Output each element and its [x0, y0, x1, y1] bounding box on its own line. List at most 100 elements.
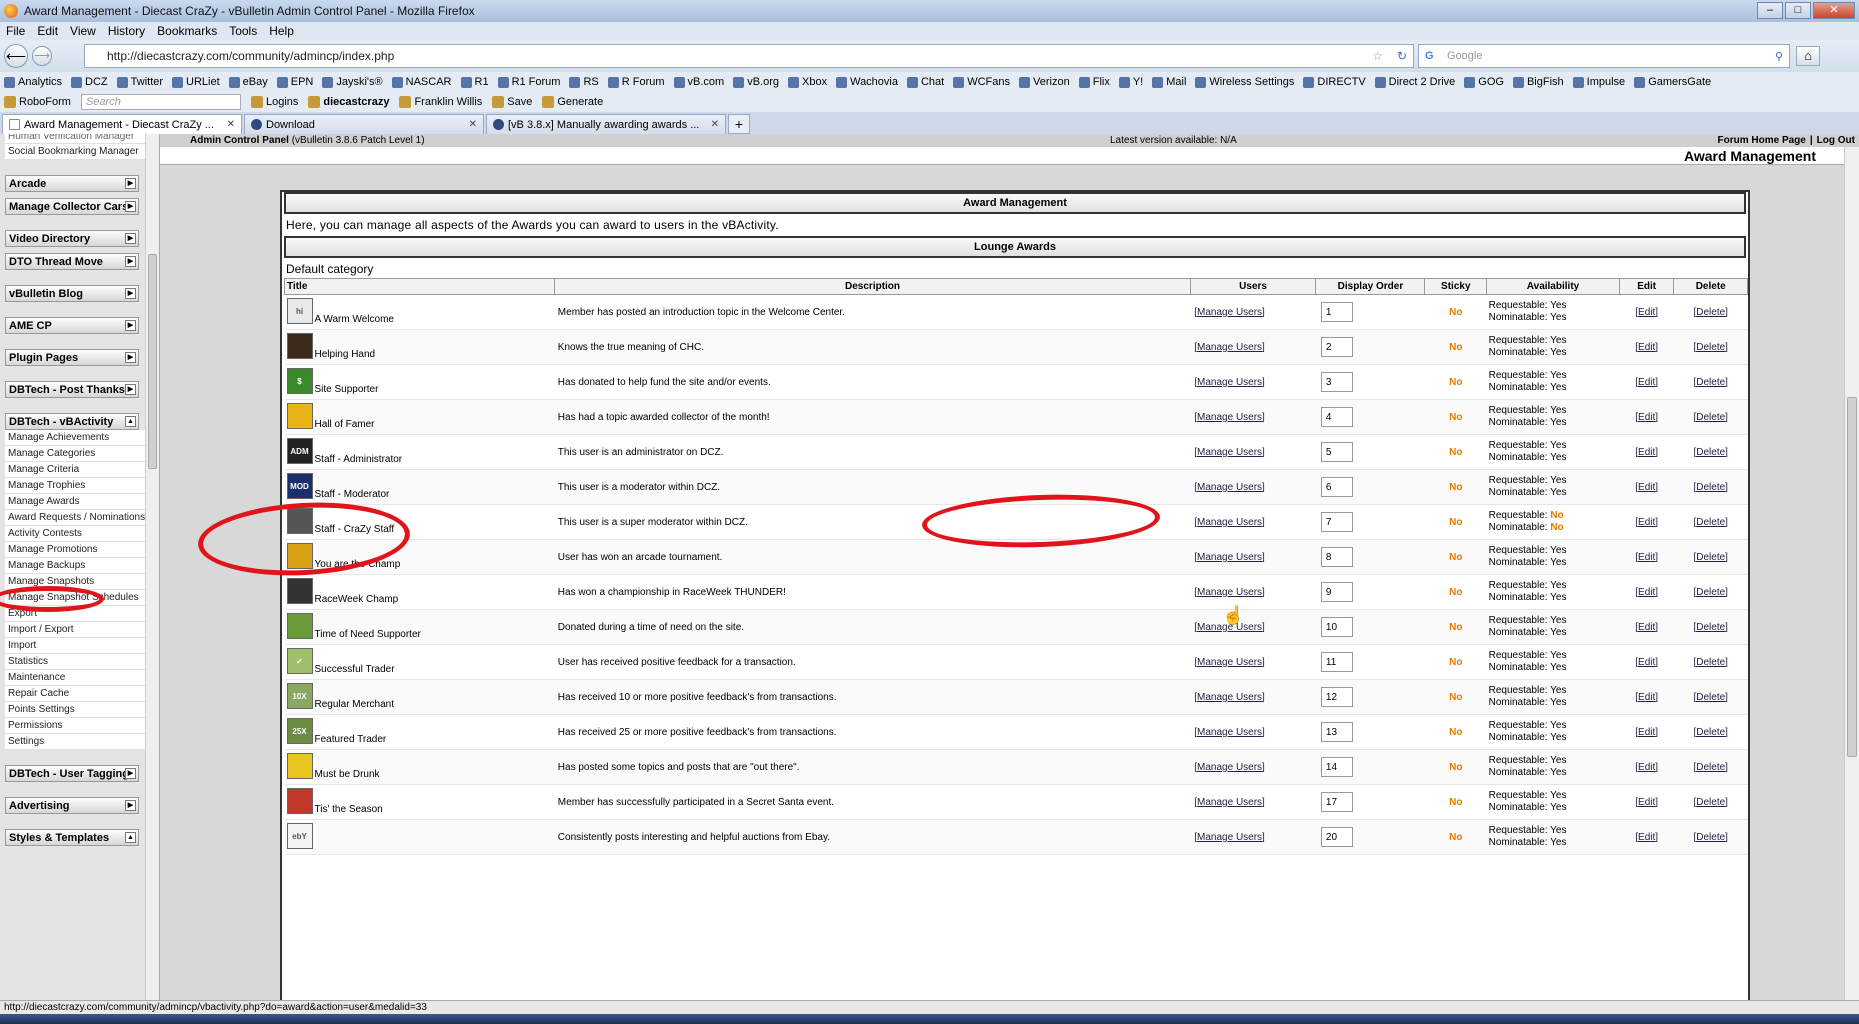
close-window-button[interactable]: ✕	[1813, 2, 1855, 19]
bookmark-item[interactable]: EPN	[276, 76, 313, 88]
bookmark-item[interactable]: Wireless Settings	[1195, 76, 1294, 88]
sidebar-group-header[interactable]: Manage Collector Cars ▶	[5, 198, 139, 215]
sidebar-link[interactable]: Manage Backups	[5, 558, 145, 574]
menu-view[interactable]: View	[70, 24, 96, 38]
manage-users-link[interactable]: [Manage Users]	[1194, 517, 1265, 528]
bookmark-item[interactable]: GOG	[1464, 76, 1504, 88]
sidebar-link[interactable]: Human Verification Manager	[5, 134, 145, 144]
roboform-search-input[interactable]: Search	[80, 94, 241, 110]
delete-link[interactable]: [Delete]	[1693, 832, 1727, 843]
forum-home-link[interactable]: Forum Home Page	[1718, 135, 1806, 146]
delete-link[interactable]: [Delete]	[1693, 342, 1727, 353]
edit-link[interactable]: [Edit]	[1635, 482, 1658, 493]
expand-icon[interactable]: ▶	[125, 800, 136, 811]
delete-link[interactable]: [Delete]	[1693, 622, 1727, 633]
bookmark-item[interactable]: Xbox	[788, 76, 827, 88]
sidebar-link[interactable]: Permissions	[5, 718, 145, 734]
sidebar-link-manage-awards[interactable]: Manage Awards	[5, 494, 145, 510]
tab-vb-awarding[interactable]: [vB 3.8.x] Manually awarding awards ... …	[486, 114, 726, 134]
bookmark-item[interactable]: WCFans	[953, 76, 1010, 88]
sidebar-link[interactable]: Export	[5, 606, 145, 622]
sidebar-group-header[interactable]: Video Directory ▶	[5, 230, 139, 247]
edit-link[interactable]: [Edit]	[1635, 307, 1658, 318]
minimize-button[interactable]: –	[1757, 2, 1783, 19]
delete-link[interactable]: [Delete]	[1693, 797, 1727, 808]
close-tab-icon[interactable]: ✕	[227, 119, 235, 130]
sidebar-link[interactable]: Import / Export	[5, 622, 145, 638]
delete-link[interactable]: [Delete]	[1693, 412, 1727, 423]
diecastcrazy-login-button[interactable]: diecastcrazy	[308, 96, 389, 108]
sidebar-group-header[interactable]: AME CP ▶	[5, 317, 139, 334]
expand-icon[interactable]: ▶	[125, 352, 136, 363]
manage-users-link[interactable]: [Manage Users]	[1194, 342, 1265, 353]
expand-icon[interactable]: ▶	[125, 288, 136, 299]
bookmark-item[interactable]: vB.com	[673, 76, 724, 88]
display-order-input[interactable]	[1320, 582, 1353, 602]
edit-link[interactable]: [Edit]	[1635, 587, 1658, 598]
edit-link[interactable]: [Edit]	[1635, 552, 1658, 563]
expand-icon[interactable]: ▶	[125, 178, 136, 189]
display-order-input[interactable]	[1320, 617, 1353, 637]
reload-icon[interactable]: ↻	[1397, 49, 1407, 63]
sidebar-group-header-vbactivity[interactable]: DBTech - vBActivity ▲	[5, 413, 139, 430]
delete-link[interactable]: [Delete]	[1693, 552, 1727, 563]
bookmark-item[interactable]: DIRECTV	[1303, 76, 1366, 88]
delete-link[interactable]: [Delete]	[1693, 692, 1727, 703]
collapse-icon[interactable]: ▲	[125, 416, 136, 427]
sidebar-scrollbar[interactable]	[145, 134, 159, 1000]
delete-link[interactable]: [Delete]	[1693, 307, 1727, 318]
sidebar-group-header[interactable]: Advertising ▶	[5, 797, 139, 814]
sidebar-group-header[interactable]: DBTech - User Tagging ▶	[5, 765, 139, 782]
bookmark-item[interactable]: Twitter	[116, 76, 163, 88]
menu-edit[interactable]: Edit	[37, 24, 58, 38]
manage-users-link[interactable]: [Manage Users]	[1194, 727, 1265, 738]
menu-tools[interactable]: Tools	[229, 24, 257, 38]
sidebar-link[interactable]: Award Requests / Nominations	[5, 510, 145, 526]
display-order-input[interactable]	[1320, 442, 1353, 462]
manage-users-link[interactable]: [Manage Users]	[1194, 412, 1265, 423]
main-scrollbar[interactable]	[1844, 147, 1859, 1000]
sidebar-link[interactable]: Manage Snapshot Schedules	[5, 590, 145, 606]
bookmark-item[interactable]: eBay	[228, 76, 268, 88]
sidebar-link[interactable]: Manage Snapshots	[5, 574, 145, 590]
bookmark-item[interactable]: Wachovia	[836, 76, 898, 88]
bookmark-item[interactable]: URLiet	[172, 76, 220, 88]
edit-link[interactable]: [Edit]	[1635, 762, 1658, 773]
bookmark-item[interactable]: Verizon	[1019, 76, 1070, 88]
bookmark-item[interactable]: Direct 2 Drive	[1374, 76, 1455, 88]
display-order-input[interactable]	[1320, 512, 1353, 532]
sidebar-group-header[interactable]: Plugin Pages ▶	[5, 349, 139, 366]
tab-download[interactable]: Download ✕	[244, 114, 484, 134]
bookmark-item[interactable]: DCZ	[71, 76, 108, 88]
sidebar-link[interactable]: Points Settings	[5, 702, 145, 718]
expand-icon[interactable]: ▶	[125, 256, 136, 267]
manage-users-link[interactable]: [Manage Users]	[1194, 657, 1265, 668]
manage-users-link[interactable]: [Manage Users]	[1194, 377, 1265, 388]
display-order-input[interactable]	[1320, 687, 1353, 707]
bookmark-item[interactable]: R1 Forum	[497, 76, 560, 88]
manage-users-link[interactable]: [Manage Users]	[1194, 762, 1265, 773]
expand-icon[interactable]: ▶	[125, 384, 136, 395]
sidebar-link[interactable]: Manage Criteria	[5, 462, 145, 478]
maximize-button[interactable]: □	[1785, 2, 1811, 19]
display-order-input[interactable]	[1320, 337, 1353, 357]
manage-users-link[interactable]: [Manage Users]	[1194, 482, 1265, 493]
bookmark-item[interactable]: NASCAR	[391, 76, 452, 88]
bookmark-item[interactable]: Y!	[1118, 76, 1143, 88]
bookmark-item[interactable]: GamersGate	[1634, 76, 1711, 88]
delete-link[interactable]: [Delete]	[1693, 657, 1727, 668]
manage-users-link[interactable]: [Manage Users]	[1194, 797, 1265, 808]
sidebar-link[interactable]: Social Bookmarking Manager	[5, 144, 145, 160]
edit-link[interactable]: [Edit]	[1635, 797, 1658, 808]
identity-button[interactable]: Franklin Willis	[399, 96, 482, 108]
menu-help[interactable]: Help	[269, 24, 294, 38]
delete-link[interactable]: [Delete]	[1693, 587, 1727, 598]
manage-users-link[interactable]: [Manage Users]	[1194, 447, 1265, 458]
sidebar-link[interactable]: Manage Trophies	[5, 478, 145, 494]
sidebar-group-header[interactable]: DBTech - Post Thanks ▶	[5, 381, 139, 398]
sidebar-group-header[interactable]: Styles & Templates ▲	[5, 829, 139, 846]
sidebar-link[interactable]: Settings	[5, 734, 145, 750]
search-icon[interactable]: ⚲	[1775, 50, 1783, 63]
manage-users-link[interactable]: [Manage Users]	[1194, 307, 1265, 318]
display-order-input[interactable]	[1320, 547, 1353, 567]
